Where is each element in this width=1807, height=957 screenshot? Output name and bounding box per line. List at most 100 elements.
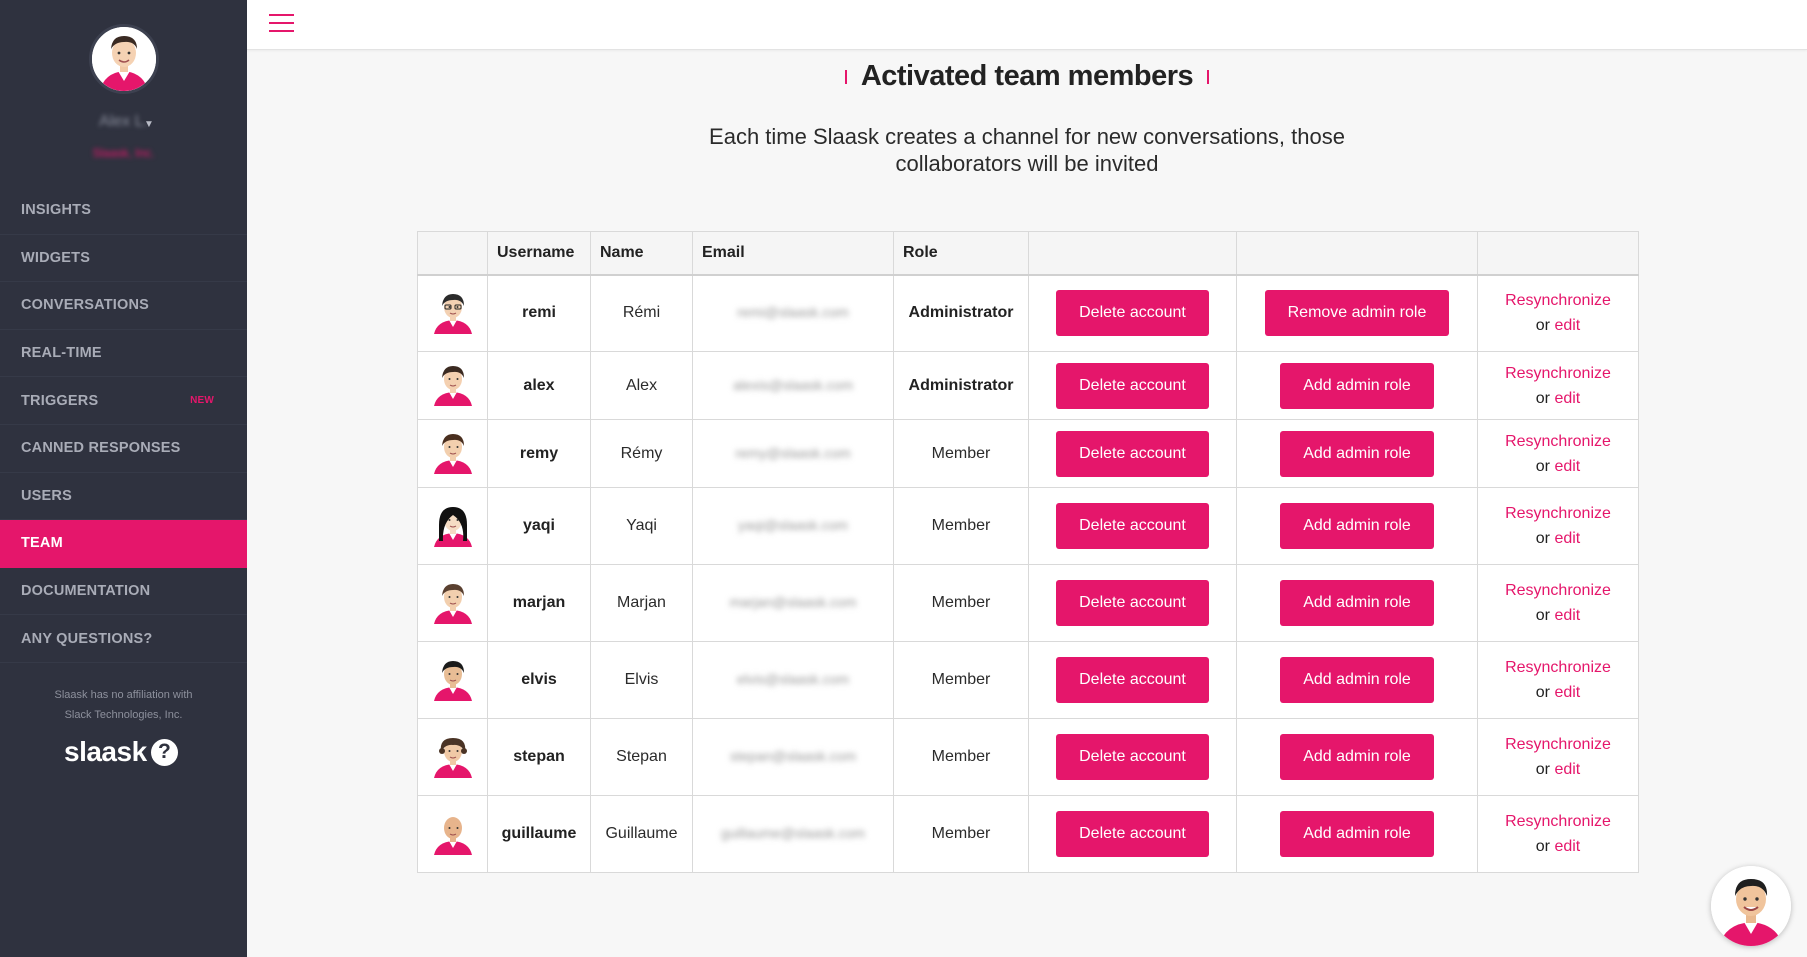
member-avatar-icon (430, 501, 476, 547)
sidebar-item-real-time[interactable]: REAL-TIME (0, 330, 247, 378)
add-admin-role-button[interactable]: Add admin role (1280, 811, 1434, 857)
sidebar-item-label: REAL-TIME (21, 345, 102, 362)
table-row: remy Rémy remy@slaask.com Member Delete acco… (417, 419, 1639, 488)
chat-avatar-icon[interactable] (1711, 866, 1791, 946)
member-avatar (417, 564, 488, 642)
edit-link[interactable]: edit (1554, 390, 1580, 407)
page-subtitle: Each time Slaask creates a channel for n… (247, 123, 1807, 177)
add-admin-role-button[interactable]: Add admin role (1280, 430, 1434, 477)
sidebar-item-triggers[interactable]: TRIGGERS NEW (0, 377, 247, 425)
member-email: elvis@slaask.com (736, 671, 850, 687)
add-admin-role-button[interactable]: Add admin role (1280, 657, 1434, 703)
member-avatar-icon (430, 428, 476, 474)
sidebar-item-conversations[interactable]: CONVERSATIONS (0, 282, 247, 330)
sidebar-item-insights[interactable]: INSIGHTS (0, 187, 247, 235)
edit-link[interactable]: edit (1554, 458, 1580, 475)
member-username: guillaume (487, 795, 591, 873)
member-email: guillaume@slaask.com (720, 825, 866, 841)
member-username: marjan (487, 564, 591, 642)
sidebar-item-documentation[interactable]: DOCUMENTATION (0, 568, 247, 616)
sidebar-item-users[interactable]: USERS (0, 473, 247, 521)
add-admin-role-button[interactable]: Add admin role (1280, 580, 1434, 626)
slaask-logo[interactable]: slaask ? (64, 736, 178, 768)
edit-link[interactable]: edit (1554, 684, 1580, 701)
sidebar-item-team[interactable]: TEAM (0, 520, 247, 568)
member-username: alex (487, 351, 591, 420)
header-username: Username (487, 231, 591, 276)
sidebar-item-label: TRIGGERS (21, 392, 99, 409)
resynchronize-link[interactable]: Resynchronize (1505, 813, 1611, 830)
table-row: remi Rémi remi@slaask.com Administrator Dele… (417, 274, 1639, 352)
sidebar-item-widgets[interactable]: WIDGETS (0, 235, 247, 283)
top-bar (247, 0, 1807, 50)
or-text: or (1535, 607, 1550, 624)
delete-account-button[interactable]: Delete account (1056, 734, 1209, 780)
or-text: or (1535, 389, 1550, 407)
resynchronize-link[interactable]: Resynchronize (1505, 736, 1611, 753)
table-row: guillaume Guillaume guillaume@slaask.com Me… (417, 795, 1639, 873)
or-text: or (1535, 761, 1550, 778)
sidebar-item-label: INSIGHTS (21, 202, 92, 219)
add-admin-role-button[interactable]: Add admin role (1280, 362, 1434, 409)
or-text: or (1535, 457, 1550, 475)
title-tick-right (1207, 69, 1210, 84)
remove-admin-role-button[interactable]: Remove admin role (1264, 290, 1450, 337)
resynchronize-link[interactable]: Resynchronize (1505, 582, 1611, 599)
member-name: Guillaume (590, 795, 693, 873)
subtitle-line-2: collaborators will be invited (895, 151, 1159, 176)
header-name: Name (590, 231, 693, 276)
resynchronize-link[interactable]: Resynchronize (1505, 433, 1611, 450)
delete-account-button[interactable]: Delete account (1056, 362, 1209, 409)
admin-cell: Add admin role (1236, 487, 1478, 565)
delete-account-button[interactable]: Delete account (1056, 430, 1209, 477)
sidebar-nav: INSIGHTS WIDGETS CONVERSATIONS REAL-TIME… (0, 187, 247, 663)
member-avatar-icon (430, 360, 476, 406)
table-row: alex Alex alexis@slaask.com Administrator De… (417, 351, 1639, 420)
sidebar: Alex L. ▼ Slaask, Inc. INSIGHTS WIDGETS … (0, 0, 247, 957)
table-row: marjan Marjan marjan@slaask.com Member Delet… (417, 564, 1639, 642)
hamburger-icon[interactable] (269, 14, 294, 32)
member-name: Yaqi (590, 487, 693, 565)
member-email: stepan@slaask.com (729, 748, 857, 764)
or-text: or (1535, 838, 1550, 855)
resynchronize-link[interactable]: Resynchronize (1505, 292, 1611, 309)
delete-account-button[interactable]: Delete account (1056, 580, 1209, 626)
affiliation-note: Slaask has no affiliation with Slack Tec… (54, 689, 193, 721)
member-email-cell: stepan@slaask.com (692, 718, 894, 796)
caret-down-icon[interactable]: ▼ (144, 119, 154, 130)
add-admin-role-button[interactable]: Add admin role (1280, 503, 1434, 549)
title-tick-left (844, 69, 847, 84)
delete-account-button[interactable]: Delete account (1056, 811, 1209, 857)
member-role: Member (893, 795, 1029, 873)
sync-cell: Resynchronize or edit (1477, 487, 1639, 565)
sync-cell: Resynchronize or edit (1477, 419, 1639, 488)
member-username: remy (487, 419, 591, 488)
user-avatar[interactable] (89, 24, 159, 94)
edit-link[interactable]: edit (1554, 530, 1580, 547)
delete-cell: Delete account (1028, 351, 1237, 420)
edit-link[interactable]: edit (1554, 607, 1580, 624)
edit-link[interactable]: edit (1554, 761, 1580, 778)
member-email-cell: remy@slaask.com (692, 419, 894, 488)
resynchronize-link[interactable]: Resynchronize (1505, 659, 1611, 676)
resynchronize-link[interactable]: Resynchronize (1505, 365, 1611, 382)
edit-link[interactable]: edit (1554, 317, 1580, 334)
new-badge: NEW (190, 395, 214, 407)
edit-link[interactable]: edit (1554, 838, 1580, 855)
member-email-cell: marjan@slaask.com (692, 564, 894, 642)
sidebar-item-any-questions[interactable]: ANY QUESTIONS? (0, 615, 247, 663)
delete-account-button[interactable]: Delete account (1056, 503, 1209, 549)
page-heading: Activated team members (247, 60, 1807, 93)
member-email: remi@slaask.com (737, 304, 849, 321)
resynchronize-link[interactable]: Resynchronize (1505, 505, 1611, 522)
member-username: stepan (487, 718, 591, 796)
member-username: remi (487, 274, 591, 352)
member-username: yaqi (487, 487, 591, 565)
user-name[interactable]: Alex L. (0, 113, 247, 131)
member-email: yaqi@slaask.com (738, 517, 848, 533)
delete-account-button[interactable]: Delete account (1056, 290, 1209, 337)
delete-account-button[interactable]: Delete account (1056, 657, 1209, 703)
add-admin-role-button[interactable]: Add admin role (1280, 734, 1434, 780)
sidebar-item-canned-responses[interactable]: CANNED RESPONSES (0, 425, 247, 473)
user-avatar-icon (92, 27, 156, 91)
